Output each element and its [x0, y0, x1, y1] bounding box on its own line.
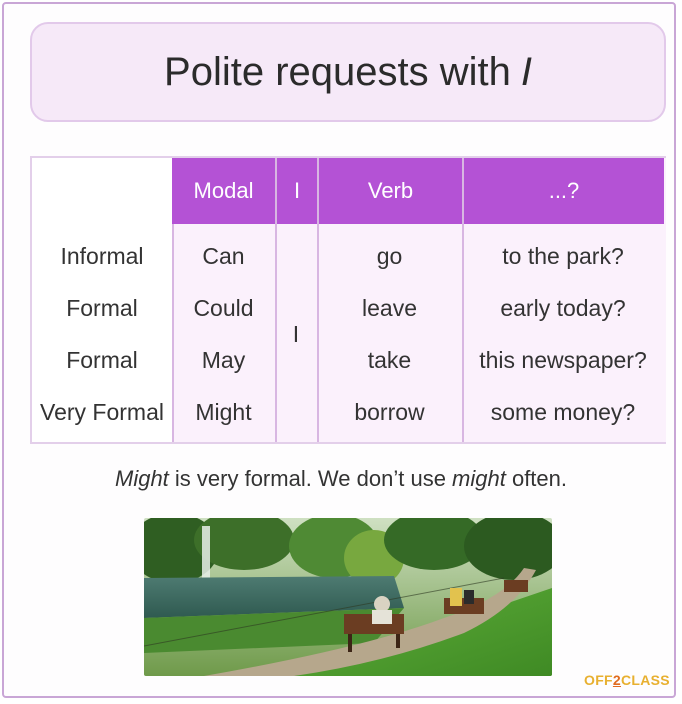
title-text: Polite requests with [164, 49, 511, 94]
caption-might-2: might [452, 466, 506, 491]
header-rest: ...? [462, 158, 664, 224]
verb-cell: take [367, 346, 412, 373]
register-cell: Very Formal [40, 398, 164, 425]
verb-cell: borrow [354, 398, 425, 425]
modal-cell: Can [202, 242, 245, 269]
off2class-logo: OFF2CLASS [584, 672, 670, 688]
header-modal: Modal [172, 158, 275, 224]
park-photo [144, 518, 552, 676]
caption-text: is very formal. We don’t use [168, 466, 453, 491]
subject-cell: I [292, 320, 300, 347]
rest-cell: this newspaper? [479, 346, 647, 373]
header-subject: I [275, 158, 317, 224]
caption-might: Might [115, 466, 169, 491]
park-scene-illustration [144, 518, 552, 676]
verb-cell: go [376, 242, 403, 269]
register-cell: Formal [66, 294, 138, 321]
modal-cell: Might [195, 398, 252, 425]
rest-cell: some money? [490, 398, 636, 425]
caption-end: often. [505, 466, 567, 491]
rest-cell: early today? [500, 294, 626, 321]
title-emphasis: I [520, 49, 532, 94]
grammar-table: Modal I Verb ...? Informal Can go to the… [30, 156, 666, 444]
title-box: Polite requests with I [30, 22, 666, 122]
caption: Might is very formal. We don’t use might… [0, 466, 682, 492]
modal-cell: May [201, 346, 246, 373]
modal-cell: Could [193, 294, 254, 321]
verb-cell: leave [362, 294, 417, 321]
header-verb: Verb [317, 158, 462, 224]
register-cell: Informal [60, 242, 144, 269]
register-cell: Formal [66, 346, 138, 373]
rest-cell: to the park? [502, 242, 624, 269]
